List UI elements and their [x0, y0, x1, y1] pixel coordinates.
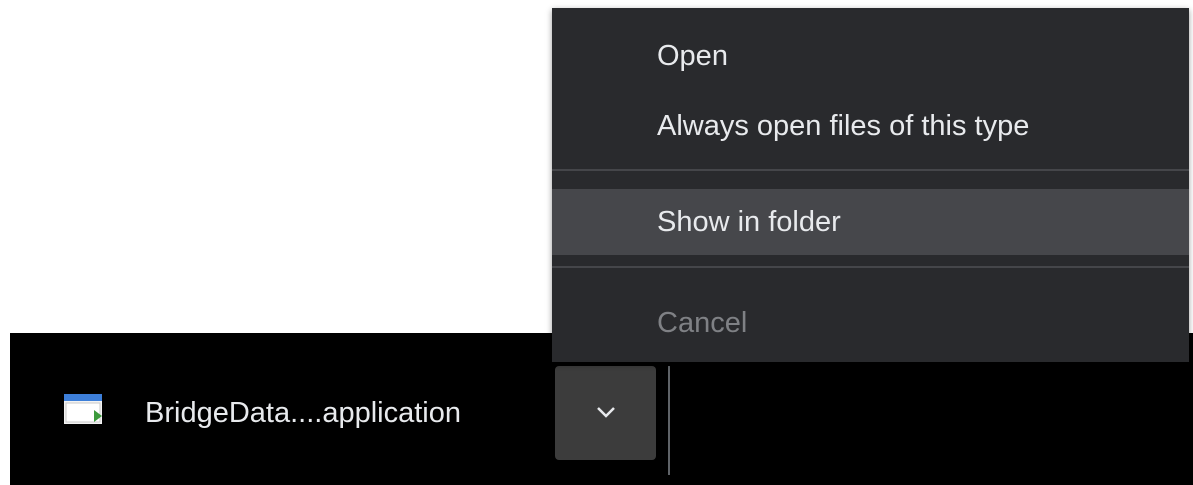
- download-file-name: BridgeData....application: [145, 397, 461, 429]
- download-item-divider: [668, 366, 670, 475]
- download-context-menu: Open Always open files of this type Show…: [552, 8, 1189, 362]
- download-menu-button[interactable]: [555, 366, 656, 460]
- application-file-icon: [64, 394, 104, 424]
- menu-item-open[interactable]: Open: [552, 28, 1189, 84]
- menu-item-cancel: Cancel: [657, 307, 748, 339]
- page: BridgeData....application Open Always op…: [0, 0, 1193, 485]
- menu-divider: [552, 266, 1189, 268]
- menu-divider: [552, 169, 1189, 171]
- menu-item-always-open[interactable]: Always open files of this type: [552, 96, 1189, 156]
- menu-item-show-in-folder[interactable]: Show in folder: [552, 189, 1189, 255]
- chevron-down-icon: [597, 407, 615, 418]
